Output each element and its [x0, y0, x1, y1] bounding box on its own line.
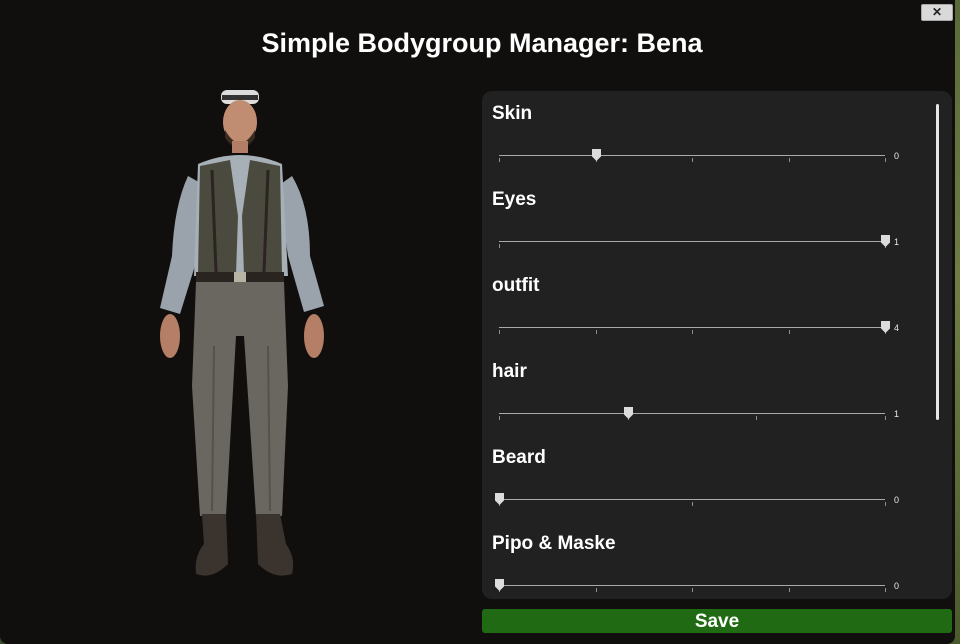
- slider-track[interactable]: [499, 155, 885, 156]
- slider-tick: [885, 588, 886, 592]
- slider-handle[interactable]: [624, 407, 633, 419]
- save-button[interactable]: Save: [482, 609, 952, 633]
- slider-handle[interactable]: [495, 579, 504, 591]
- slider-value: 0: [894, 151, 900, 161]
- slider-tick: [596, 588, 597, 592]
- slider-handle[interactable]: [881, 321, 890, 333]
- slider-tick: [885, 502, 886, 506]
- slider-tick: [789, 158, 790, 162]
- panel-scrollbar[interactable]: [936, 104, 939, 420]
- bodygroup-slider[interactable]: [499, 403, 886, 423]
- slider-tick: [692, 502, 693, 506]
- slider-tick: [885, 416, 886, 420]
- bodygroup-slider[interactable]: [499, 317, 890, 337]
- bodygroup-label: outfit: [492, 275, 540, 296]
- slider-value: 0: [894, 581, 900, 591]
- slider-handle[interactable]: [495, 493, 504, 505]
- slider-tick: [789, 588, 790, 592]
- bodygroup-row: Skin 0: [482, 91, 952, 177]
- close-icon: ✕: [931, 5, 943, 19]
- bodygroup-label: Pipo & Maske: [492, 533, 616, 554]
- slider-tick: [789, 330, 790, 334]
- slider-value: 1: [894, 409, 900, 419]
- slider-value: 1: [894, 237, 900, 247]
- bodygroup-label: Beard: [492, 447, 546, 468]
- window-title: Simple Bodygroup Manager: Bena: [261, 28, 703, 58]
- bodygroup-slider[interactable]: [495, 575, 886, 595]
- bodygroup-row: Beard 0: [482, 435, 952, 521]
- slider-track[interactable]: [499, 413, 885, 414]
- slider-tick: [499, 416, 500, 420]
- slider-track[interactable]: [499, 499, 885, 500]
- slider-handle[interactable]: [592, 149, 601, 161]
- slider-value: 0: [894, 495, 900, 505]
- slider-tick: [692, 158, 693, 162]
- bodygroup-row: Pipo & Maske 0: [482, 521, 952, 599]
- bodygroup-row: outfit 4: [482, 263, 952, 349]
- slider-track[interactable]: [499, 585, 885, 586]
- slider-tick: [692, 588, 693, 592]
- bodygroup-list-panel[interactable]: Skin 0 Eyes 1 outfit 4 hair 1 Beard 0 Pipo & Maske…: [482, 91, 952, 599]
- bodygroup-manager-window: ✕ Simple Bodygroup Manager: Bena Skin 0 …: [0, 0, 955, 644]
- slider-tick: [499, 330, 500, 334]
- bodygroup-row: Eyes 1: [482, 177, 952, 263]
- bodygroup-label: Eyes: [492, 189, 537, 210]
- slider-tick: [499, 158, 500, 162]
- bodygroup-slider[interactable]: [499, 231, 890, 251]
- slider-tick: [885, 158, 886, 162]
- slider-track[interactable]: [499, 241, 885, 242]
- slider-tick: [596, 330, 597, 334]
- close-button[interactable]: ✕: [921, 4, 953, 21]
- slider-tick: [756, 416, 757, 420]
- bodygroup-slider[interactable]: [499, 145, 886, 165]
- bodygroup-slider[interactable]: [495, 489, 886, 509]
- slider-tick: [692, 330, 693, 334]
- slider-value: 4: [894, 323, 900, 333]
- bodygroup-row: hair 1: [482, 349, 952, 435]
- bodygroup-label: Skin: [492, 103, 533, 124]
- slider-tick: [499, 244, 500, 248]
- slider-handle[interactable]: [881, 235, 890, 247]
- bodygroup-label: hair: [492, 361, 527, 382]
- slider-track[interactable]: [499, 327, 885, 328]
- character-model-preview[interactable]: [150, 86, 340, 586]
